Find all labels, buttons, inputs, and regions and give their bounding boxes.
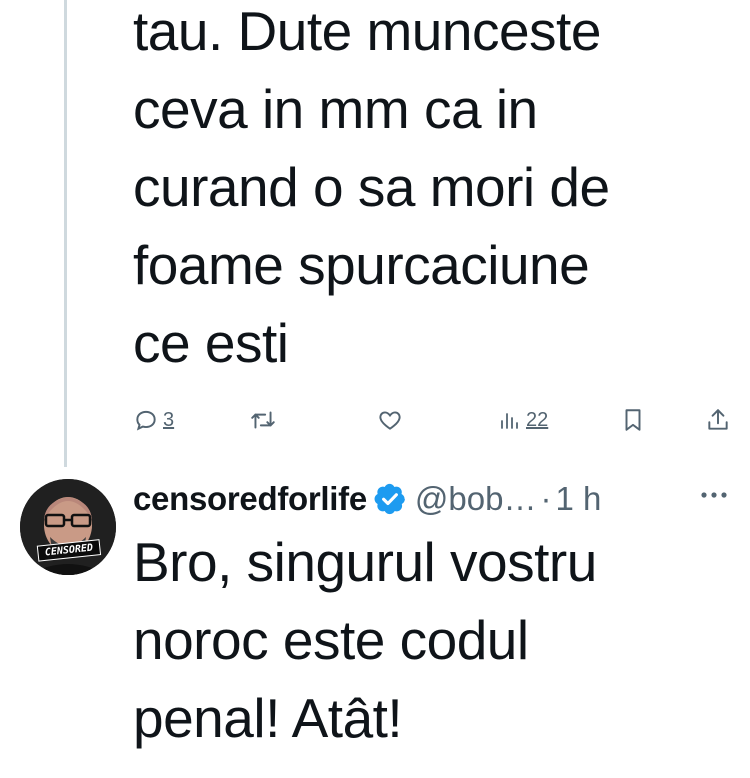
tweet-text: tau. Dute munceste ceva in mm ca in cura… [133,0,610,374]
views-count: 22 [526,408,549,431]
share-button[interactable] [705,400,731,440]
reply-count: 3 [163,408,175,431]
verified-badge-icon [373,482,407,516]
reply-icon [133,407,159,433]
views-icon [498,407,522,433]
reply-button[interactable]: 3 [133,400,174,440]
avatar[interactable]: CENSORED [20,479,116,575]
more-icon [699,486,729,504]
timestamp[interactable]: 1 h [555,480,601,518]
bookmark-button[interactable] [620,400,646,440]
share-icon [705,407,731,433]
display-name[interactable]: censoredforlife [133,480,367,518]
user-handle[interactable]: @bob… [415,480,537,518]
retweet-button[interactable] [249,400,281,440]
like-icon [376,407,404,433]
tweet-header: censoredforlife @bob… · 1 h [133,474,601,524]
tweet-text-reply: Bro, singurul vostru noroc este codul pe… [133,531,597,749]
like-button[interactable] [376,400,408,440]
bookmark-icon [620,407,646,433]
separator-dot: · [540,480,552,517]
more-options-button[interactable] [694,480,734,510]
thread-connector-line [64,0,67,467]
tweet-action-bar: 3 22 [0,400,750,440]
retweet-icon [249,407,277,433]
views-button[interactable]: 22 [498,400,548,440]
